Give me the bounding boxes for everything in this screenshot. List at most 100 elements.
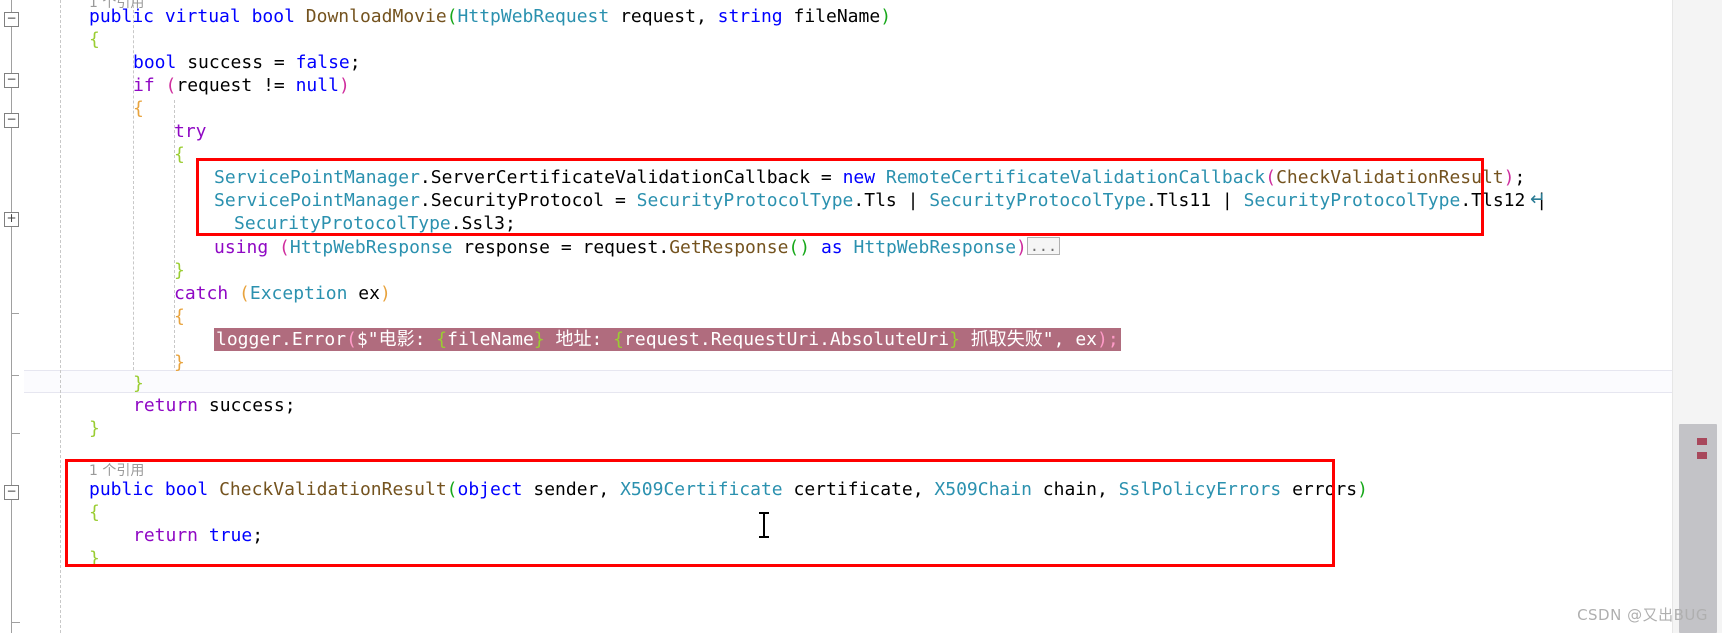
token-type-sslpolicyerrors: SslPolicyErrors xyxy=(1118,479,1282,500)
token-prop-securityprotocol: SecurityProtocol xyxy=(430,190,605,211)
csdn-watermark: CSDN @又出BUG xyxy=(1577,606,1708,624)
token-param-filename: fileName xyxy=(793,6,881,27)
token-keyword-as: as xyxy=(820,237,843,258)
scroll-annotation-mark-2[interactable] xyxy=(1697,452,1707,459)
token-var-request-1: request xyxy=(176,75,253,96)
token-type-securityprotocoltype-2: SecurityProtocolType xyxy=(929,190,1147,211)
token-control-using: using xyxy=(214,237,269,258)
paren-close-6: ) xyxy=(379,283,391,304)
interp-close-2: } xyxy=(949,329,960,350)
token-type-servicepointmanager-1: ServicePointManager xyxy=(214,167,420,188)
token-interp-filename: fileName xyxy=(447,329,534,350)
scroll-annotation-mark-1[interactable] xyxy=(1697,438,1707,445)
token-value-tls12: Tls12 xyxy=(1471,190,1526,211)
token-type-remotecertvalidationcallback: RemoteCertificateValidationCallback xyxy=(885,167,1266,188)
token-string-prefix: $"电影: xyxy=(356,329,437,350)
collapsed-block-ellipsis[interactable]: ... xyxy=(1026,237,1060,255)
paren-pair-5: () xyxy=(788,237,811,258)
token-control-return-1: return xyxy=(133,395,199,416)
code-line-close-brace-try[interactable]: } xyxy=(174,259,185,282)
token-string-mid1: 地址: xyxy=(544,329,614,350)
token-keyword-public-2: public xyxy=(89,479,155,500)
paren-open-7: ( xyxy=(346,329,357,350)
token-keyword-bool-3: bool xyxy=(164,479,209,500)
code-line-using-response[interactable]: using (HttpWebResponse response = reques… xyxy=(214,236,1060,259)
paren-close-3: ) xyxy=(1503,167,1515,188)
text-cursor-ibeam xyxy=(758,512,770,538)
code-line-open-brace-try[interactable]: { xyxy=(174,143,185,166)
token-keyword-public: public xyxy=(89,6,155,27)
paren-close-4: ) xyxy=(1016,237,1027,258)
code-line-logger-error-selected[interactable]: logger.Error($"电影: {fileName} 地址: {reque… xyxy=(214,328,1121,351)
token-type-securityprotocoltype-1: SecurityProtocolType xyxy=(636,190,854,211)
token-type-x509certificate: X509Certificate xyxy=(620,479,783,500)
token-value-tls11: Tls11 xyxy=(1156,190,1212,211)
token-type-exception: Exception xyxy=(249,283,348,304)
code-text-layer[interactable]: 1 个引用 public virtual bool DownloadMovie(… xyxy=(0,0,1672,633)
paren-close-2: ) xyxy=(338,75,350,96)
token-param-certificate: certificate xyxy=(793,479,913,500)
token-method-checkvalidationresult-def: CheckValidationResult xyxy=(219,479,447,500)
code-line-close-brace-if[interactable]: } xyxy=(133,372,144,395)
token-param-sender: sender xyxy=(533,479,599,500)
code-line-open-brace-method[interactable]: { xyxy=(89,28,100,51)
paren-close-7: ) xyxy=(1097,329,1108,350)
token-value-ssl3: Ssl3 xyxy=(461,213,505,234)
token-control-return-2: return xyxy=(133,525,199,546)
code-line-method-signature-download[interactable]: public virtual bool DownloadMovie(HttpWe… xyxy=(89,5,891,28)
paren-close-8: ) xyxy=(1357,479,1368,500)
token-keyword-true: true xyxy=(208,525,253,546)
interp-close-1: } xyxy=(533,329,545,350)
token-var-success: success xyxy=(187,52,264,73)
interp-open-2: { xyxy=(613,329,625,350)
paren-close-1: ) xyxy=(880,6,892,27)
code-line-close-brace-method[interactable]: } xyxy=(89,417,100,440)
token-keyword-false: false xyxy=(295,52,350,73)
token-keyword-null: null xyxy=(295,75,339,96)
code-line-return-success[interactable]: return success; xyxy=(133,394,296,417)
paren-open-2: ( xyxy=(165,75,177,96)
token-value-tls: Tls xyxy=(864,190,897,211)
paren-open-1: ( xyxy=(446,6,458,27)
token-method-getresponse: GetResponse xyxy=(669,237,789,258)
paren-open-4: ( xyxy=(279,237,290,258)
code-line-securityprotocol-ssl3[interactable]: SecurityProtocolType.Ssl3; xyxy=(234,212,516,235)
code-line-close-brace-catch[interactable]: } xyxy=(174,351,185,374)
code-line-open-brace-if[interactable]: { xyxy=(133,97,144,120)
code-editor-surface[interactable]: − − − + − 1 个引用 public virtual bool Down… xyxy=(0,0,1672,633)
code-line-declare-success[interactable]: bool success = false; xyxy=(133,51,361,74)
token-param-errors: errors xyxy=(1292,479,1358,500)
vs-editor-screenshot: − − − + − 1 个引用 public virtual bool Down… xyxy=(0,0,1722,633)
token-keyword-virtual: virtual xyxy=(164,6,241,27)
code-line-open-brace-checkvalidation[interactable]: { xyxy=(89,501,100,524)
token-control-if: if xyxy=(133,75,155,96)
code-line-return-true[interactable]: return true; xyxy=(133,524,263,547)
code-line-try[interactable]: try xyxy=(174,120,207,143)
code-line-securityprotocol-assign[interactable]: ServicePointManager.SecurityProtocol = S… xyxy=(214,189,1547,212)
paren-open-8: ( xyxy=(446,479,458,500)
token-var-logger: logger xyxy=(216,329,282,350)
code-line-open-brace-catch[interactable]: { xyxy=(174,305,185,328)
token-keyword-bool: bool xyxy=(251,6,295,27)
word-wrap-arrow-icon: ↵ xyxy=(1530,188,1546,210)
code-line-if-request-notnull[interactable]: if (request != null) xyxy=(133,74,350,97)
token-type-securityprotocoltype-4: SecurityProtocolType xyxy=(234,213,451,234)
token-control-catch: catch xyxy=(174,283,229,304)
token-param-chain: chain xyxy=(1042,479,1097,500)
token-type-x509chain: X509Chain xyxy=(934,479,1032,500)
token-type-httpwebresponse-1: HttpWebResponse xyxy=(289,237,453,258)
code-line-servercert-callback[interactable]: ServicePointManager.ServerCertificateVal… xyxy=(214,166,1525,189)
token-string-mid2: 抓取失败" xyxy=(959,329,1054,350)
interp-open-1: { xyxy=(436,329,448,350)
token-method-error: Error xyxy=(291,329,347,350)
code-line-close-brace-checkvalidation[interactable]: } xyxy=(89,547,100,570)
code-line-catch-exception[interactable]: catch (Exception ex) xyxy=(174,282,391,305)
token-interp-absoluteuri: request.RequestUri.AbsoluteUri xyxy=(624,329,950,350)
token-var-response: response xyxy=(463,237,550,258)
token-prop-servercertvalidationcallback: ServerCertificateValidationCallback xyxy=(430,167,811,188)
token-var-request-2: request xyxy=(582,237,659,258)
token-var-ex-2: ex xyxy=(1075,329,1098,350)
paren-open-3: ( xyxy=(1265,167,1277,188)
vertical-scrollbar[interactable] xyxy=(1672,0,1722,633)
code-line-method-signature-checkvalidation[interactable]: public bool CheckValidationResult(object… xyxy=(89,478,1368,501)
